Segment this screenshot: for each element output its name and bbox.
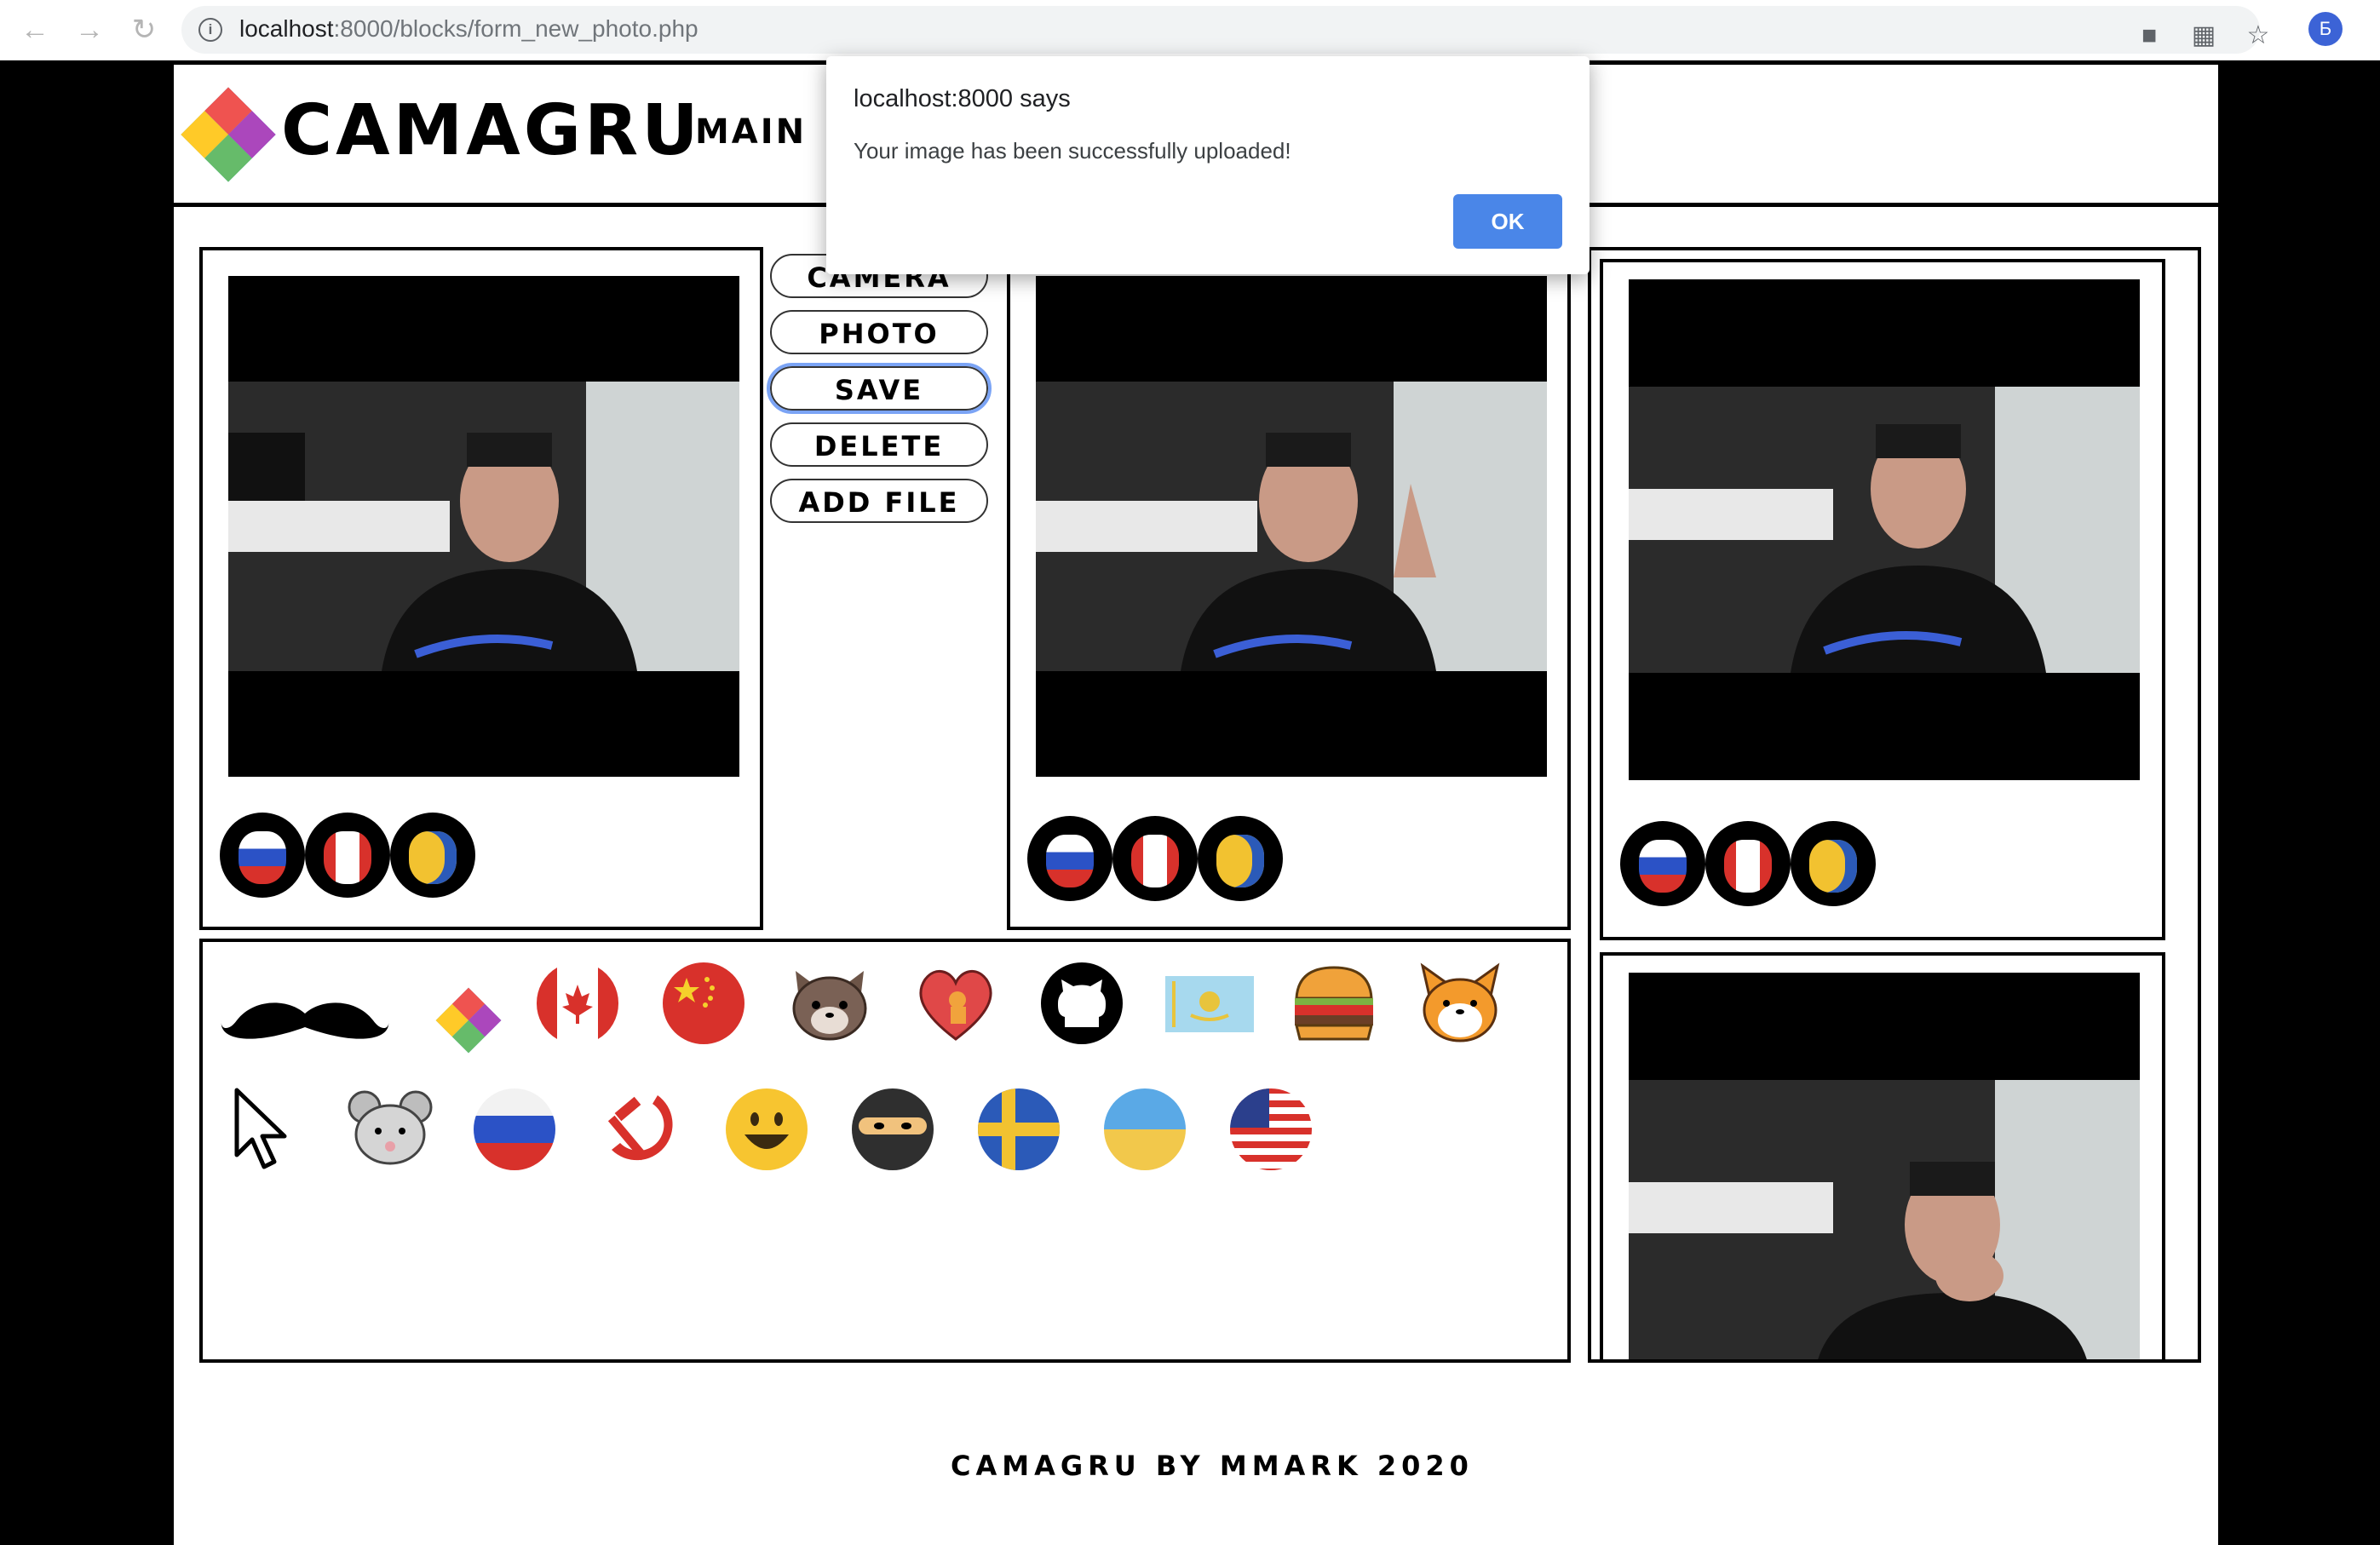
gallery-photo[interactable] xyxy=(1629,973,2140,1359)
address-bar[interactable]: i localhost:8000/blocks/form_new_photo.p… xyxy=(181,6,2269,54)
translate-icon[interactable]: ▦ xyxy=(2187,20,2221,52)
brand-title[interactable]: CAMAGRU xyxy=(281,90,702,171)
webcam-image xyxy=(228,382,739,671)
gallery-image xyxy=(1629,387,2140,673)
gallery-image xyxy=(1629,1080,2140,1359)
ninja-icon[interactable] xyxy=(850,1087,935,1172)
profile-avatar[interactable]: Б xyxy=(2308,12,2343,46)
sweden-github-sticker-icon[interactable] xyxy=(1198,816,1283,901)
canada-github-sticker-icon[interactable] xyxy=(305,813,390,898)
camera-panel xyxy=(199,247,763,930)
reload-icon[interactable]: ↻ xyxy=(126,12,162,48)
add-file-button[interactable]: ADD FILE xyxy=(770,479,988,523)
ok-button[interactable]: OK xyxy=(1453,194,1562,249)
photo-button[interactable]: PHOTO xyxy=(770,310,988,354)
camagru-logo-sticker-icon[interactable] xyxy=(434,986,503,1054)
mouse-icon[interactable] xyxy=(346,1087,434,1172)
sweden-flag-icon[interactable] xyxy=(976,1087,1061,1172)
result-photo[interactable] xyxy=(1036,276,1547,777)
forward-icon[interactable]: → xyxy=(72,12,107,48)
gallery-panel[interactable] xyxy=(1588,247,2201,1363)
mustache-icon[interactable] xyxy=(220,995,390,1046)
alert-dialog: localhost:8000 says Your image has been … xyxy=(826,56,1590,274)
cursor-icon[interactable] xyxy=(232,1087,291,1172)
info-icon[interactable]: i xyxy=(198,18,222,42)
result-image xyxy=(1036,382,1547,671)
sticker-picker xyxy=(199,939,1571,1363)
russia-github-sticker-icon[interactable] xyxy=(220,813,305,898)
canada-github-sticker-icon[interactable] xyxy=(1112,816,1198,901)
url-text[interactable]: localhost:8000/blocks/form_new_photo.php xyxy=(239,15,698,43)
gallery-photo[interactable] xyxy=(1629,279,2140,780)
nav-main-link[interactable]: MAIN xyxy=(695,112,807,152)
delete-button[interactable]: DELETE xyxy=(770,422,988,467)
usa-flag-icon[interactable] xyxy=(1228,1087,1314,1172)
star-icon[interactable]: ☆ xyxy=(2241,20,2275,52)
heart-dog-icon[interactable] xyxy=(913,961,998,1046)
camagru-logo-icon[interactable] xyxy=(179,85,278,184)
corgi-icon[interactable] xyxy=(1417,961,1503,1046)
sweden-github-sticker-icon xyxy=(1791,821,1876,906)
russia-github-sticker-icon xyxy=(1620,821,1705,906)
save-button[interactable]: SAVE xyxy=(767,363,992,414)
result-panel xyxy=(1007,247,1571,930)
back-icon[interactable]: ← xyxy=(17,12,53,48)
dialog-message: Your image has been successfully uploade… xyxy=(854,138,1291,164)
github-icon[interactable] xyxy=(1039,961,1124,1046)
sweden-github-sticker-icon[interactable] xyxy=(390,813,475,898)
canada-flag-icon[interactable] xyxy=(535,961,620,1046)
browser-toolbar: ← → ↻ i localhost:8000/blocks/form_new_p… xyxy=(0,0,2380,60)
camera-icon[interactable]: ■ xyxy=(2132,20,2166,52)
burger-icon[interactable] xyxy=(1291,961,1377,1046)
russia-github-sticker-icon[interactable] xyxy=(1027,816,1112,901)
gallery-item[interactable] xyxy=(1600,952,2165,1359)
camera-preview[interactable] xyxy=(228,276,739,777)
page-footer: CAMAGRU BY MMARK 2020 xyxy=(951,1450,1474,1482)
russia-flag-icon[interactable] xyxy=(472,1087,557,1172)
url-host: localhost xyxy=(239,15,334,42)
hammer-sickle-icon[interactable] xyxy=(598,1087,683,1172)
gallery-item[interactable] xyxy=(1600,259,2165,940)
dialog-title: localhost:8000 says xyxy=(854,85,1071,112)
page: CAMAGRU MAIN CAMERA PHOTO SAVE DELETE AD… xyxy=(174,65,2218,1545)
smiley-icon[interactable] xyxy=(724,1087,809,1172)
china-flag-icon[interactable] xyxy=(661,961,746,1046)
kazakhstan-flag-icon[interactable] xyxy=(1165,976,1254,1032)
cat-face-icon[interactable] xyxy=(787,961,872,1046)
ukraine-flag-icon[interactable] xyxy=(1102,1087,1187,1172)
canada-github-sticker-icon xyxy=(1705,821,1791,906)
url-path: :8000/blocks/form_new_photo.php xyxy=(333,15,698,42)
